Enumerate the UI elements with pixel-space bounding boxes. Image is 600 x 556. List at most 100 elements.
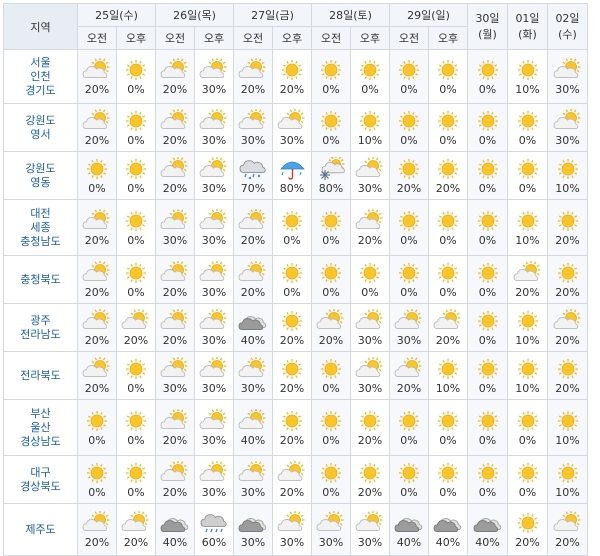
- precip-chance: 20%: [435, 333, 461, 347]
- am-header: 오전: [155, 26, 195, 50]
- forecast-cell: 20%: [547, 303, 588, 352]
- forecast-cell: 30%: [194, 199, 234, 256]
- partly-cloudy-icon: [548, 308, 587, 333]
- forecast-cell: 20%: [350, 455, 390, 504]
- forecast-cell: 0%: [467, 49, 508, 104]
- forecast-cell: 30%: [194, 399, 234, 456]
- precip-chance: 80%: [279, 181, 305, 195]
- precip-chance: 0%: [322, 485, 340, 499]
- pm-header: 오후: [116, 26, 156, 50]
- precip-chance: 30%: [201, 333, 227, 347]
- precip-chance: 20%: [279, 433, 305, 447]
- forecast-cell: 0%: [467, 455, 508, 504]
- forecast-cell: 30%: [194, 151, 234, 200]
- forecast-cell: 0%: [507, 455, 548, 504]
- precip-chance: 30%: [201, 433, 227, 447]
- sunny-icon: [508, 357, 547, 381]
- forecast-cell: 30%: [350, 151, 390, 200]
- table-row: 강원도 영동 0% 0% 20% 30% 70% 80% 80% 30% 20% 20% 0% 0% 10%: [3, 151, 588, 200]
- table-row: 부산 울산 경상남도 0% 0% 20% 30% 40% 20% 0% 20% 0% 0% 0% 0% 10%: [3, 399, 588, 456]
- partly-cloudy-icon: [156, 460, 194, 485]
- forecast-cell: 0%: [428, 103, 468, 152]
- partly-cloudy-icon: [273, 460, 311, 485]
- precip-chance: 30%: [318, 535, 344, 549]
- partly-cloudy-icon: [234, 57, 272, 82]
- sunny-icon: [273, 309, 311, 333]
- precip-chance: 0%: [127, 485, 145, 499]
- table-row: 대전 세종 충청남도 20% 0% 30% 30% 20% 0% 0% 20% 0% 0% 0% 10% 20…: [3, 199, 588, 256]
- sunny-icon: [390, 261, 428, 285]
- precip-chance: 10%: [435, 381, 461, 395]
- sunny-icon: [117, 58, 155, 82]
- cloudy-icon: [429, 511, 467, 535]
- forecast-cell: 20%: [272, 49, 312, 104]
- forecast-cell: 0%: [507, 399, 548, 456]
- partly-cloudy-icon: [156, 356, 194, 381]
- sunny-icon: [508, 157, 547, 181]
- sunny-icon: [312, 461, 350, 485]
- precip-chance: 0%: [518, 433, 537, 447]
- precip-chance: 60%: [201, 535, 227, 549]
- partly-cloudy-icon: [156, 260, 194, 285]
- precip-chance: 30%: [555, 133, 580, 147]
- forecast-cell: 20%: [155, 255, 195, 304]
- forecast-cell: 20%: [272, 351, 312, 400]
- precip-chance: 0%: [283, 233, 301, 247]
- precip-chance: 0%: [127, 181, 145, 195]
- forecast-cell: 0%: [311, 199, 351, 256]
- forecast-cell: 10%: [547, 399, 588, 456]
- forecast-cell: 0%: [389, 455, 429, 504]
- precip-chance: 20%: [396, 181, 422, 195]
- partly-cloudy-icon: [78, 308, 116, 333]
- precip-chance: 0%: [439, 82, 457, 96]
- sunny-icon: [117, 409, 155, 433]
- forecast-cell: 20%: [155, 103, 195, 152]
- forecast-cell: 10%: [350, 103, 390, 152]
- precip-chance: 0%: [400, 485, 418, 499]
- region-label: 광주 전라남도: [3, 303, 78, 352]
- partly-cloudy-icon: [195, 460, 233, 485]
- forecast-cell: 0%: [428, 255, 468, 304]
- forecast-cell: 0%: [116, 255, 156, 304]
- precip-chance: 20%: [84, 133, 110, 147]
- partly-cloudy-icon: [273, 108, 311, 133]
- sunny-icon: [508, 209, 547, 233]
- precip-chance: 0%: [322, 233, 340, 247]
- forecast-cell: 0%: [77, 151, 117, 200]
- forecast-cell: 0%: [350, 49, 390, 104]
- precip-chance: 10%: [515, 82, 540, 96]
- sunny-icon: [273, 209, 311, 233]
- forecast-cell: 0%: [467, 255, 508, 304]
- sunny-icon: [468, 157, 507, 181]
- sunny-icon: [78, 409, 116, 433]
- forecast-cell: 30%: [194, 255, 234, 304]
- precip-chance: 20%: [240, 82, 266, 96]
- forecast-cell: 0%: [311, 351, 351, 400]
- forecast-cell: 30%: [194, 303, 234, 352]
- precip-chance: 40%: [240, 333, 266, 347]
- precip-chance: 20%: [84, 82, 110, 96]
- pm-header: 오후: [194, 26, 234, 50]
- forecast-cell: 20%: [77, 199, 117, 256]
- sunny-icon: [508, 511, 547, 535]
- forecast-cell: 20%: [507, 503, 548, 556]
- forecast-cell: 0%: [116, 49, 156, 104]
- region-label: 제주도: [3, 503, 78, 556]
- precip-chance: 30%: [240, 485, 266, 499]
- precip-chance: 0%: [400, 133, 418, 147]
- forecast-cell: 20%: [507, 255, 548, 304]
- forecast-cell: 0%: [389, 103, 429, 152]
- forecast-cell: 20%: [155, 399, 195, 456]
- precip-chance: 30%: [240, 381, 266, 395]
- forecast-cell: 0%: [116, 199, 156, 256]
- precip-chance: 0%: [400, 233, 418, 247]
- sunny-icon: [390, 409, 428, 433]
- forecast-cell: 20%: [547, 351, 588, 400]
- forecast-cell: 0%: [389, 255, 429, 304]
- forecast-cell: 30%: [194, 103, 234, 152]
- table-row: 서울 인천 경기도 20% 0% 20% 30% 20% 20% 0% 0% 0% 0% 0% 10% 30%: [3, 49, 588, 104]
- forecast-cell: 30%: [547, 103, 588, 152]
- partly-cloudy-icon: [156, 108, 194, 133]
- precip-chance: 0%: [478, 433, 497, 447]
- partly-cloudy-icon: [548, 57, 587, 82]
